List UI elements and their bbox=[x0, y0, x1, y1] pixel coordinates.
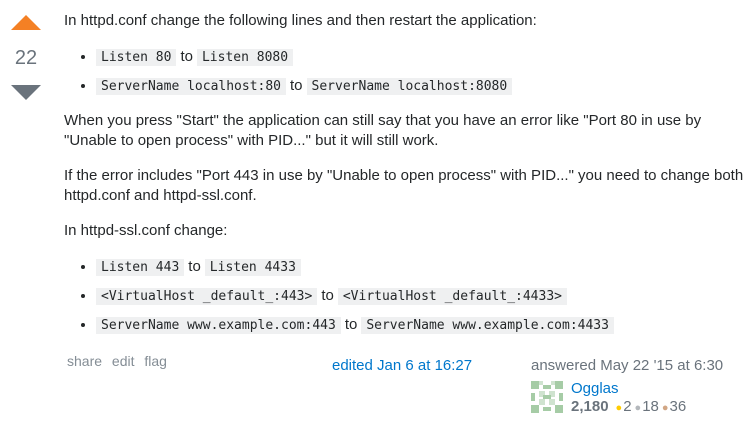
start-paragraph: When you press "Start" the application c… bbox=[64, 112, 702, 149]
edit-link[interactable]: edit bbox=[112, 353, 135, 369]
answered-timestamp: answered May 22 '15 at 6:30 bbox=[531, 357, 724, 374]
upvote-arrow-icon[interactable] bbox=[11, 15, 41, 30]
list-item: ServerName www.example.com:443toServerNa… bbox=[96, 314, 744, 336]
reputation-score: 2,180 bbox=[571, 398, 609, 415]
post-menu: share edit flag bbox=[67, 353, 173, 369]
code-from: ServerName localhost:80 bbox=[96, 78, 287, 95]
code-to: Listen 4433 bbox=[204, 259, 301, 276]
to-text: to bbox=[180, 48, 193, 65]
silver-badge-count: 18 bbox=[642, 398, 659, 415]
code-from: Listen 443 bbox=[96, 259, 185, 276]
bronze-badge-count: 36 bbox=[669, 398, 687, 415]
edited-timestamp-link[interactable]: edited Jan 6 at 16:27 bbox=[332, 357, 472, 374]
httpd-conf-list: Listen 80toListen 8080 ServerName localh… bbox=[64, 46, 744, 97]
flag-link[interactable]: flag bbox=[144, 353, 167, 369]
answer-body: In httpd.conf change the following lines… bbox=[64, 11, 744, 350]
list-item: Listen 443toListen 4433 bbox=[96, 256, 744, 278]
to-text: to bbox=[344, 316, 358, 333]
ssl-paragraph: In httpd-ssl.conf change: bbox=[64, 222, 228, 239]
code-to: ServerName localhost:8080 bbox=[306, 78, 513, 95]
vote-count: 22 bbox=[14, 47, 38, 69]
list-item: <VirtualHost _default_:443>to<VirtualHos… bbox=[96, 285, 744, 307]
error-paragraph: If the error includes "Port 443 in use b… bbox=[64, 167, 744, 204]
silver-badge-icon: ● bbox=[634, 402, 642, 414]
code-from: ServerName www.example.com:443 bbox=[96, 317, 341, 334]
to-text: to bbox=[290, 77, 303, 94]
share-link[interactable]: share bbox=[67, 353, 102, 369]
gold-badge-count: 2 bbox=[623, 398, 632, 415]
avatar-identicon-icon[interactable] bbox=[531, 381, 563, 413]
httpd-ssl-list: Listen 443toListen 4433 <VirtualHost _de… bbox=[64, 256, 744, 336]
downvote-arrow-icon[interactable] bbox=[11, 85, 41, 100]
gold-badge-icon: ● bbox=[615, 402, 623, 414]
list-item: ServerName localhost:80toServerName loca… bbox=[96, 75, 744, 97]
to-text: to bbox=[321, 287, 334, 304]
intro-paragraph: In httpd.conf change the following lines… bbox=[64, 12, 537, 29]
code-to: Listen 8080 bbox=[196, 49, 294, 66]
code-to: ServerName www.example.com:4433 bbox=[361, 317, 614, 334]
to-text: to bbox=[188, 258, 201, 275]
user-name-link[interactable]: Ogglas bbox=[571, 380, 619, 397]
list-item: Listen 80toListen 8080 bbox=[96, 46, 744, 68]
user-stats: 2,180 ●2 ●18 ●36 bbox=[571, 398, 686, 415]
code-to: <VirtualHost _default_:4433> bbox=[337, 288, 567, 305]
code-from: <VirtualHost _default_:443> bbox=[96, 288, 318, 305]
bronze-badge-icon: ● bbox=[661, 402, 669, 414]
code-from: Listen 80 bbox=[96, 49, 177, 66]
